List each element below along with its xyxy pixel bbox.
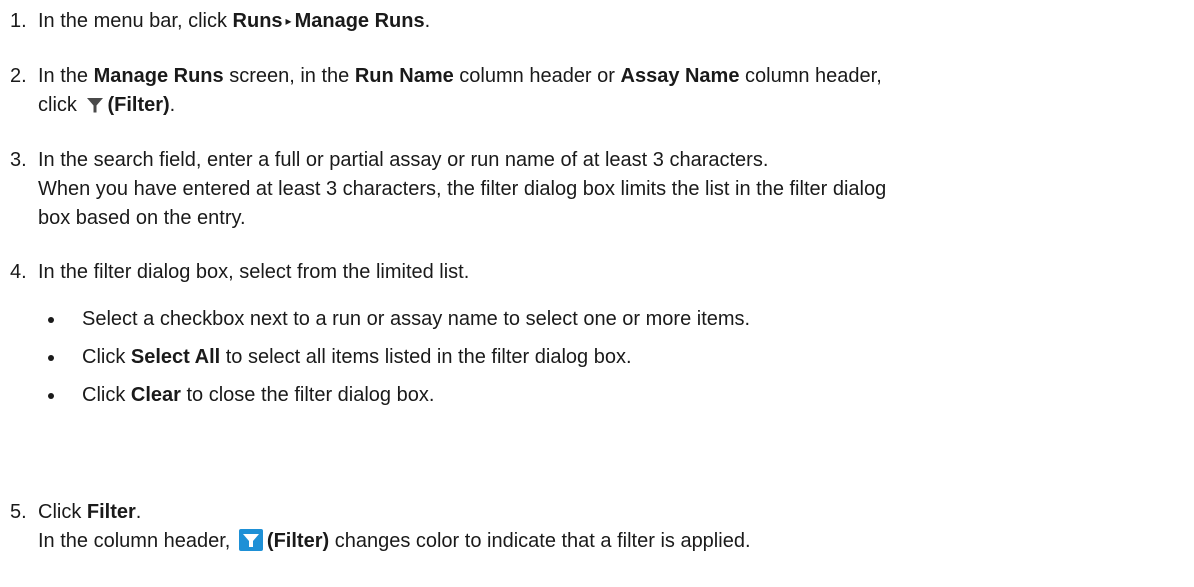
- list-item: Select a checkbox next to a run or assay…: [38, 305, 1186, 343]
- text: .: [169, 94, 176, 116]
- instruction-page: { "colors": { "text": "#1a1a1a", "filter…: [0, 0, 1194, 587]
- column-name: Assay Name: [620, 65, 740, 87]
- step-number: 4.: [10, 261, 27, 283]
- button-name: Filter: [86, 501, 136, 523]
- text: Select a checkbox next to a run or assay…: [82, 308, 751, 330]
- submenu-arrow-icon: ▸: [285, 14, 292, 28]
- text: In the column header,: [38, 530, 236, 552]
- button-name: Clear: [130, 384, 181, 406]
- text: changes color to indicate that a filter …: [329, 530, 751, 552]
- step-text: Click Filter. In the column header, (Fil…: [38, 498, 1186, 560]
- text: Click: [82, 346, 131, 368]
- text: When you have entered at least 3 charact…: [38, 178, 887, 200]
- text: column header,: [739, 65, 882, 87]
- text: In the: [38, 65, 94, 87]
- text: to close the filter dialog box.: [180, 384, 435, 406]
- text: In the menu bar, click: [38, 10, 233, 32]
- text: In the filter dialog box, select from th…: [38, 261, 470, 283]
- text: Click: [82, 384, 131, 406]
- filter-active-icon: [238, 529, 263, 560]
- step-number: 2.: [10, 65, 27, 87]
- filter-label: (Filter): [107, 94, 170, 116]
- text: box based on the entry.: [38, 207, 246, 229]
- menu-manage-runs: Manage Runs: [294, 10, 425, 32]
- step-text: In the Manage Runs screen, in the Run Na…: [38, 62, 1186, 123]
- step-number: 1.: [10, 10, 27, 32]
- text: screen, in the: [223, 65, 355, 87]
- text: to select all items listed in the filter…: [220, 346, 632, 368]
- text: .: [424, 10, 431, 32]
- menu-runs: Runs: [232, 10, 283, 32]
- text: In the search field, enter a full or par…: [38, 149, 769, 171]
- text: .: [135, 501, 142, 523]
- screen-name: Manage Runs: [93, 65, 224, 87]
- step-number: 5.: [10, 501, 27, 523]
- text: click: [38, 94, 83, 116]
- step-text: In the search field, enter a full or par…: [38, 146, 1186, 233]
- list-item: Click Select All to select all items lis…: [38, 343, 1186, 381]
- step-text: In the menu bar, click Runs ▸ Manage Runs.: [38, 7, 1186, 36]
- text: Click: [38, 501, 87, 523]
- list-item: Click Clear to close the filter dialog b…: [38, 381, 1186, 419]
- filter-label: (Filter): [266, 530, 330, 552]
- step-text: In the filter dialog box, select from th…: [38, 258, 1186, 419]
- step-number: 3.: [10, 149, 27, 171]
- column-name: Run Name: [354, 65, 454, 87]
- bullet-list: Select a checkbox next to a run or assay…: [38, 305, 1186, 419]
- text: column header or: [453, 65, 621, 87]
- button-name: Select All: [130, 346, 221, 368]
- filter-icon: [86, 94, 104, 123]
